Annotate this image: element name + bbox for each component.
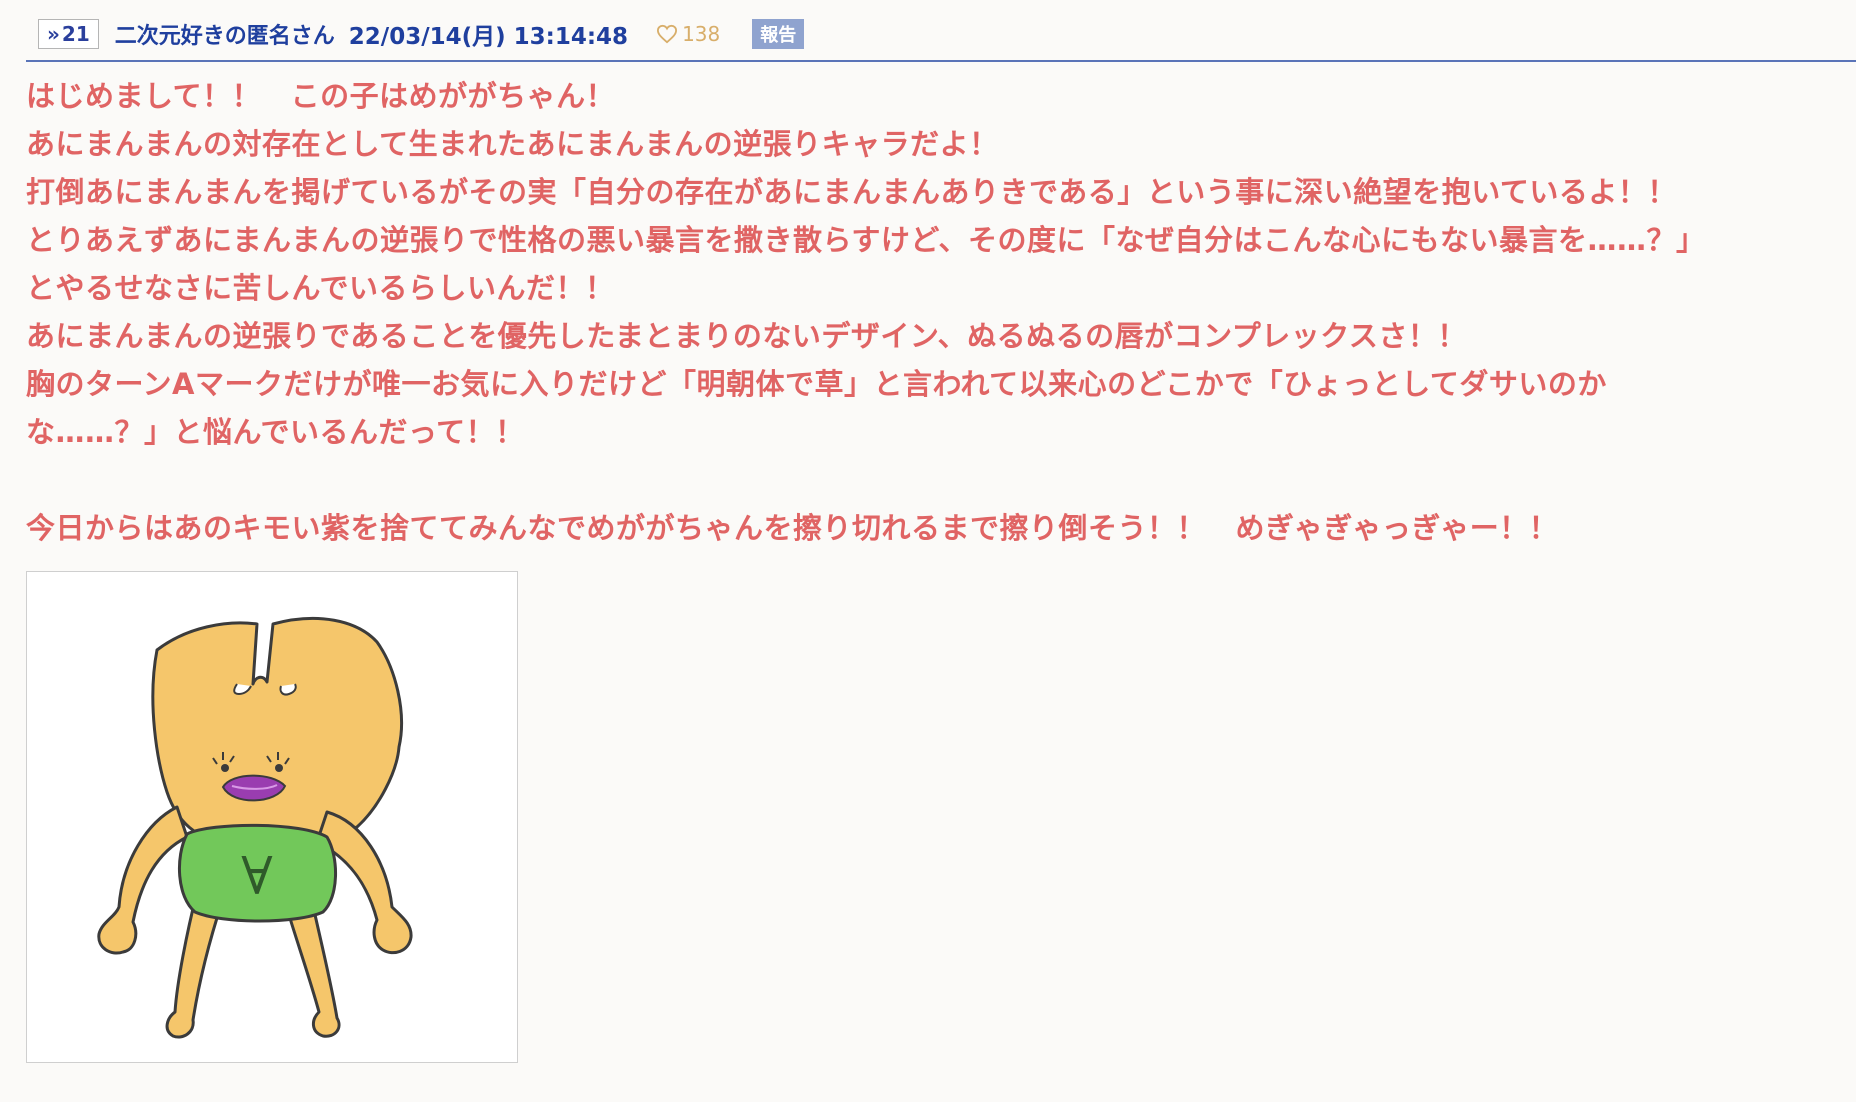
report-button[interactable]: 報告 <box>752 19 805 49</box>
body-line: とりあえずあにまんまんの逆張りで性格の悪い暴言を撒き散らすけど、その度に「なぜ自… <box>26 223 1706 257</box>
body-line: 打倒あにまんまんを掲げているがその実「自分の存在があにまんまんありきである」とい… <box>26 175 1677 209</box>
body-line: とやるせなさに苦しんでいるらしいんだ！！ <box>26 271 615 305</box>
post: » 21 二次元好きの匿名さん 22/03/14(月) 13:14:48 138… <box>0 0 1856 1102</box>
body-line: な……？」と悩んでいるんだって！！ <box>26 415 525 449</box>
body-line: あにまんまんの逆張りであることを優先したまとまりのないデザイン、ぬるぬるの唇がコ… <box>26 319 1467 353</box>
double-chevron-icon: » <box>47 22 60 46</box>
body-line: 胸のターンAマークだけが唯一お気に入りだけど「明朝体で草」と言われて以来心のどこ… <box>26 367 1607 401</box>
body-line: 今日からはあのキモい紫を捨ててみんなでめががちゃんを擦り切れるまで擦り倒そう！！… <box>26 511 1559 545</box>
body-line: あにまんまんの対存在として生まれたあにまんまんの逆張りキャラだよ！ <box>26 127 999 161</box>
post-body: はじめまして！！ この子はめががちゃん！ あにまんまんの対存在として生まれたあに… <box>26 72 1846 552</box>
post-header: » 21 二次元好きの匿名さん 22/03/14(月) 13:14:48 138… <box>26 14 1856 62</box>
shirt-mark: ∀ <box>241 847 273 907</box>
attached-image[interactable]: ∀ <box>26 571 518 1063</box>
reply-anchor-button[interactable]: » 21 <box>38 19 99 49</box>
post-date: 22/03/14(月) 13:14:48 <box>348 24 629 50</box>
body-line: はじめまして！！ この子はめががちゃん！ <box>26 79 616 113</box>
megaga-chan-illustration: ∀ <box>97 617 413 1039</box>
like-button[interactable]: 138 <box>656 22 720 46</box>
author-name: 二次元好きの匿名さん <box>114 24 335 49</box>
like-count: 138 <box>682 22 721 46</box>
anchor-number: 21 <box>61 22 90 46</box>
heart-icon <box>657 24 678 44</box>
